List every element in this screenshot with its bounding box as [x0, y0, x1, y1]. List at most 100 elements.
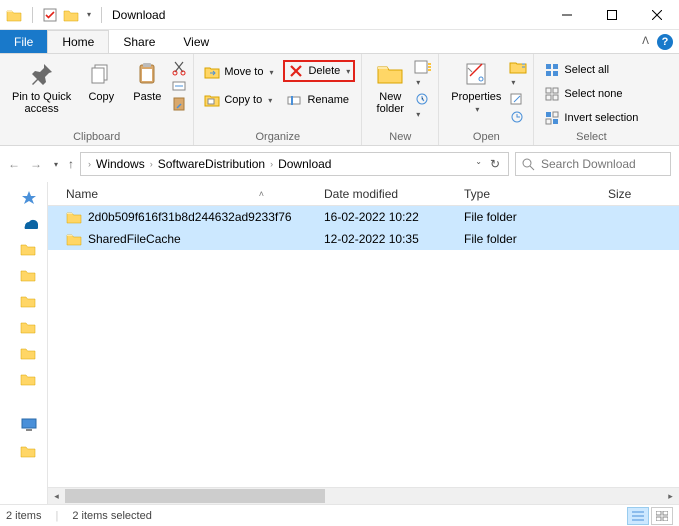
- tree-folder-icon[interactable]: [20, 268, 40, 284]
- delete-button[interactable]: Delete▾: [283, 60, 355, 82]
- tree-folder-icon[interactable]: [20, 346, 40, 362]
- rename-icon: [287, 92, 303, 108]
- tab-view[interactable]: View: [169, 30, 223, 53]
- forward-button[interactable]: →: [30, 157, 42, 171]
- navigation-tree[interactable]: [0, 182, 48, 504]
- qat-dropdown-icon[interactable]: ▾: [87, 10, 91, 19]
- ribbon: Pin to Quick access Copy Paste Clipboard: [0, 54, 679, 146]
- delete-icon: [288, 63, 304, 79]
- back-button[interactable]: ←: [8, 157, 20, 171]
- ribbon-group-organize: Move to▾ Copy to▾ Delete▾ Rename Organiz…: [194, 54, 362, 145]
- horizontal-scrollbar[interactable]: ◂ ▸: [48, 487, 679, 504]
- column-size[interactable]: Size: [608, 187, 679, 201]
- copy-path-icon[interactable]: [171, 78, 187, 94]
- new-folder-icon: [376, 60, 404, 88]
- file-type: File folder: [464, 210, 608, 224]
- properties-button[interactable]: Properties ▾: [445, 56, 507, 119]
- address-dropdown-icon[interactable]: ⌄: [475, 157, 482, 171]
- pin-icon: [28, 60, 56, 88]
- group-label-organize: Organize: [200, 129, 355, 145]
- column-headers[interactable]: Name ˄ Date modified Type Size: [48, 182, 679, 206]
- move-to-icon: [204, 64, 220, 80]
- copy-to-button[interactable]: Copy to▾: [200, 90, 277, 110]
- title-bar: ▾ Download: [0, 0, 679, 30]
- tree-folder-icon[interactable]: [20, 242, 40, 258]
- tree-folder-icon[interactable]: [20, 372, 40, 388]
- copy-icon: [87, 60, 115, 88]
- app-folder-icon: [6, 8, 22, 22]
- easy-access-icon[interactable]: ▾: [414, 92, 432, 120]
- file-name: SharedFileCache: [88, 232, 181, 246]
- paste-shortcut-icon[interactable]: [171, 96, 187, 112]
- close-button[interactable]: [634, 0, 679, 30]
- group-label-select: Select: [540, 129, 642, 145]
- open-icon[interactable]: ▾: [509, 60, 527, 88]
- file-row[interactable]: 2d0b509f616f31b8d244632ad9233f7616-02-20…: [48, 206, 679, 228]
- sort-indicator-icon: ˄: [259, 189, 264, 199]
- refresh-icon[interactable]: ↻: [490, 157, 500, 171]
- edit-icon[interactable]: [509, 92, 527, 106]
- column-date[interactable]: Date modified: [324, 187, 464, 201]
- tab-share[interactable]: Share: [109, 30, 169, 53]
- content-area: Name ˄ Date modified Type Size 2d0b509f61…: [0, 182, 679, 504]
- tree-folder-icon[interactable]: [20, 294, 40, 310]
- maximize-button[interactable]: [589, 0, 634, 30]
- select-none-button[interactable]: Select none: [540, 84, 642, 104]
- select-all-icon: [544, 62, 560, 78]
- folder-icon: [66, 210, 82, 224]
- help-icon[interactable]: ?: [657, 34, 673, 50]
- separator: [32, 7, 33, 23]
- search-icon: [522, 158, 535, 171]
- invert-selection-button[interactable]: Invert selection: [540, 108, 642, 128]
- column-type[interactable]: Type: [464, 187, 608, 201]
- file-list: Name ˄ Date modified Type Size 2d0b509f61…: [48, 182, 679, 504]
- folder-icon: [66, 232, 82, 246]
- collapse-ribbon-icon[interactable]: ᐱ: [642, 36, 649, 47]
- tab-file[interactable]: File: [0, 30, 47, 53]
- quick-access-icon[interactable]: [20, 190, 40, 206]
- invert-selection-icon: [544, 110, 560, 126]
- separator: [101, 7, 102, 23]
- icons-view-button[interactable]: [651, 507, 673, 525]
- group-label-open: Open: [445, 129, 527, 145]
- breadcrumb-item[interactable]: Download: [276, 157, 333, 171]
- group-label-new: New: [368, 129, 432, 145]
- scroll-right-icon[interactable]: ▸: [662, 488, 679, 504]
- select-all-button[interactable]: Select all: [540, 60, 642, 80]
- address-bar[interactable]: › Windows › SoftwareDistribution › Downl…: [80, 152, 509, 176]
- onedrive-icon[interactable]: [20, 216, 40, 232]
- pin-to-quick-access-button[interactable]: Pin to Quick access: [6, 56, 77, 119]
- ribbon-group-open: Properties ▾ ▾ Open: [439, 54, 534, 145]
- cut-icon[interactable]: [171, 60, 187, 76]
- paste-icon: [133, 60, 161, 88]
- new-folder-button[interactable]: New folder: [368, 56, 412, 119]
- qat-folder-icon[interactable]: [63, 8, 79, 22]
- file-date: 16-02-2022 10:22: [324, 210, 464, 224]
- ribbon-tabs: File Home Share View ᐱ ?: [0, 30, 679, 54]
- tab-home[interactable]: Home: [47, 30, 109, 53]
- search-box[interactable]: Search Download: [515, 152, 671, 176]
- new-item-icon[interactable]: ▾: [414, 60, 432, 88]
- scrollbar-thumb[interactable]: [65, 489, 325, 503]
- rename-button[interactable]: Rename: [283, 90, 355, 110]
- move-to-button[interactable]: Move to▾: [200, 62, 277, 82]
- tree-folder-icon[interactable]: [20, 320, 40, 336]
- status-item-count: 2 items: [6, 510, 41, 522]
- file-row[interactable]: SharedFileCache12-02-2022 10:35File fold…: [48, 228, 679, 250]
- tree-folder-icon[interactable]: [20, 444, 40, 460]
- breadcrumb-item[interactable]: SoftwareDistribution: [156, 157, 267, 171]
- details-view-button[interactable]: [627, 507, 649, 525]
- scroll-left-icon[interactable]: ◂: [48, 488, 65, 504]
- history-dropdown-icon[interactable]: ▾: [54, 160, 58, 169]
- minimize-button[interactable]: [544, 0, 589, 30]
- column-name[interactable]: Name: [66, 187, 98, 201]
- up-button[interactable]: ↑: [68, 157, 74, 171]
- breadcrumb-item[interactable]: Windows: [94, 157, 147, 171]
- copy-button[interactable]: Copy: [79, 56, 123, 107]
- this-pc-icon[interactable]: [20, 418, 40, 434]
- status-selected-count: 2 items selected: [72, 510, 151, 522]
- paste-button[interactable]: Paste: [125, 56, 169, 107]
- qat-checkbox-icon[interactable]: [43, 8, 57, 22]
- ribbon-group-new: New folder ▾ ▾ New: [362, 54, 439, 145]
- history-icon[interactable]: [509, 110, 527, 124]
